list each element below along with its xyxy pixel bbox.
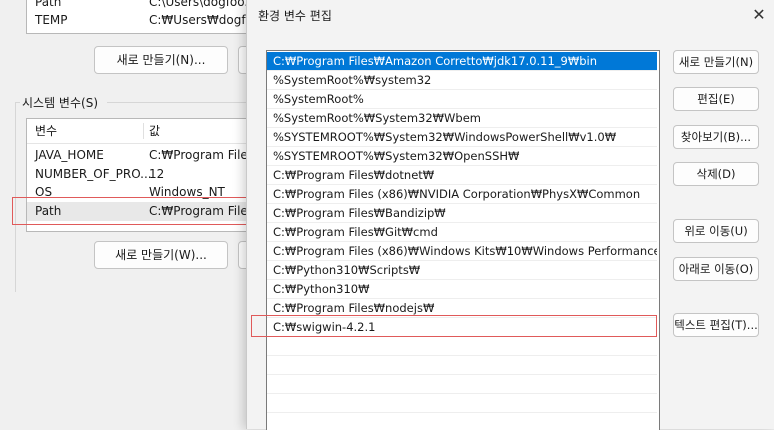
path-list-item[interactable]: %SYSTEMROOT%₩System32₩OpenSSH₩ <box>267 147 657 166</box>
variable-value: C:₩Program Files₩ <box>149 148 258 162</box>
path-list-item[interactable]: C:₩Program Files₩Bandizip₩ <box>267 204 657 223</box>
path-list-item[interactable]: C:₩Program Files₩dotnet₩ <box>267 166 657 185</box>
variable-value: 12 <box>149 167 165 181</box>
path-list-item[interactable]: C:₩Program Files (x86)₩Windows Kits₩10₩W… <box>267 242 657 261</box>
variable-name: TEMP <box>35 13 68 27</box>
column-separator[interactable] <box>143 123 144 139</box>
list-header: 변수 값 <box>27 119 257 144</box>
path-list-item[interactable]: C:₩Program Files₩nodejs₩ <box>267 299 657 318</box>
user-variables-list[interactable]: Path C:\Users\dogfoo... TEMP C:₩Users₩do… <box>26 0 258 34</box>
column-header-value[interactable]: 값 <box>149 119 160 143</box>
user-new-button[interactable]: 새로 만들기(N)... <box>94 46 228 74</box>
path-list[interactable]: C:₩Program Files₩Amazon Corretto₩jdk17.0… <box>266 50 660 430</box>
path-list-item[interactable]: C:₩Program Files₩Git₩cmd <box>267 223 657 242</box>
browse-button[interactable]: 찾아보기(B)... <box>673 125 759 149</box>
path-list-item[interactable]: C:₩Program Files₩Amazon Corretto₩jdk17.0… <box>267 52 657 71</box>
list-item[interactable]: TEMP C:₩Users₩dogfoo <box>27 11 257 30</box>
path-list-empty-row[interactable] <box>267 356 657 375</box>
list-item[interactable]: OS Windows_NT <box>27 183 257 202</box>
system-new-button[interactable]: 새로 만들기(W)... <box>94 241 228 269</box>
column-header-name[interactable]: 변수 <box>35 119 57 143</box>
group-border <box>15 102 16 292</box>
system-variables-label: 시스템 변수(S) <box>22 96 98 110</box>
variable-name: Path <box>35 204 62 218</box>
variable-value: Windows_NT <box>149 185 225 199</box>
edit-text-button[interactable]: 텍스트 편집(T)... <box>673 313 759 337</box>
edit-environment-variable-dialog: 환경 변수 편집 ✕ C:₩Program Files₩Amazon Corre… <box>246 0 774 430</box>
delete-button[interactable]: 삭제(D) <box>673 162 759 186</box>
variable-value: C:₩Users₩dogfoo <box>149 13 258 27</box>
path-list-empty-row[interactable] <box>267 394 657 413</box>
path-list-item[interactable]: %SystemRoot% <box>267 90 657 109</box>
list-item-path[interactable]: Path C:₩Program Files₩ <box>27 202 257 221</box>
move-down-button[interactable]: 아래로 이동(O) <box>673 257 759 281</box>
system-variables-list[interactable]: 변수 값 JAVA_HOME C:₩Program Files₩ NUMBER_… <box>26 118 258 232</box>
group-border <box>107 102 267 103</box>
path-list-item[interactable]: C:₩Python310₩ <box>267 280 657 299</box>
path-list-item[interactable]: C:₩Program Files (x86)₩NVIDIA Corporatio… <box>267 185 657 204</box>
close-icon[interactable]: ✕ <box>747 3 771 27</box>
path-list-item[interactable]: %SystemRoot%₩System32₩Wbem <box>267 109 657 128</box>
variable-value: C:₩Program Files₩ <box>149 204 258 218</box>
variable-name: JAVA_HOME <box>35 148 104 162</box>
path-list-empty-row[interactable] <box>267 375 657 394</box>
path-list-item[interactable]: C:₩Python310₩Scripts₩ <box>267 261 657 280</box>
path-list-empty-row[interactable] <box>267 337 657 356</box>
move-up-button[interactable]: 위로 이동(U) <box>673 219 759 243</box>
list-item[interactable]: NUMBER_OF_PRO... 12 <box>27 165 257 184</box>
new-button[interactable]: 새로 만들기(N) <box>673 50 759 74</box>
path-list-item[interactable]: C:₩swigwin-4.2.1 <box>267 318 657 337</box>
list-item[interactable]: JAVA_HOME C:₩Program Files₩ <box>27 146 257 165</box>
path-list-item[interactable]: %SYSTEMROOT%₩System32₩WindowsPowerShell₩… <box>267 128 657 147</box>
path-list-item[interactable]: %SystemRoot%₩system32 <box>267 71 657 90</box>
variable-name: OS <box>35 185 53 199</box>
edit-button[interactable]: 편집(E) <box>673 87 759 111</box>
path-list-empty-row[interactable] <box>267 413 657 430</box>
variable-name: NUMBER_OF_PRO... <box>35 167 152 181</box>
dialog-title: 환경 변수 편집 <box>258 9 332 23</box>
